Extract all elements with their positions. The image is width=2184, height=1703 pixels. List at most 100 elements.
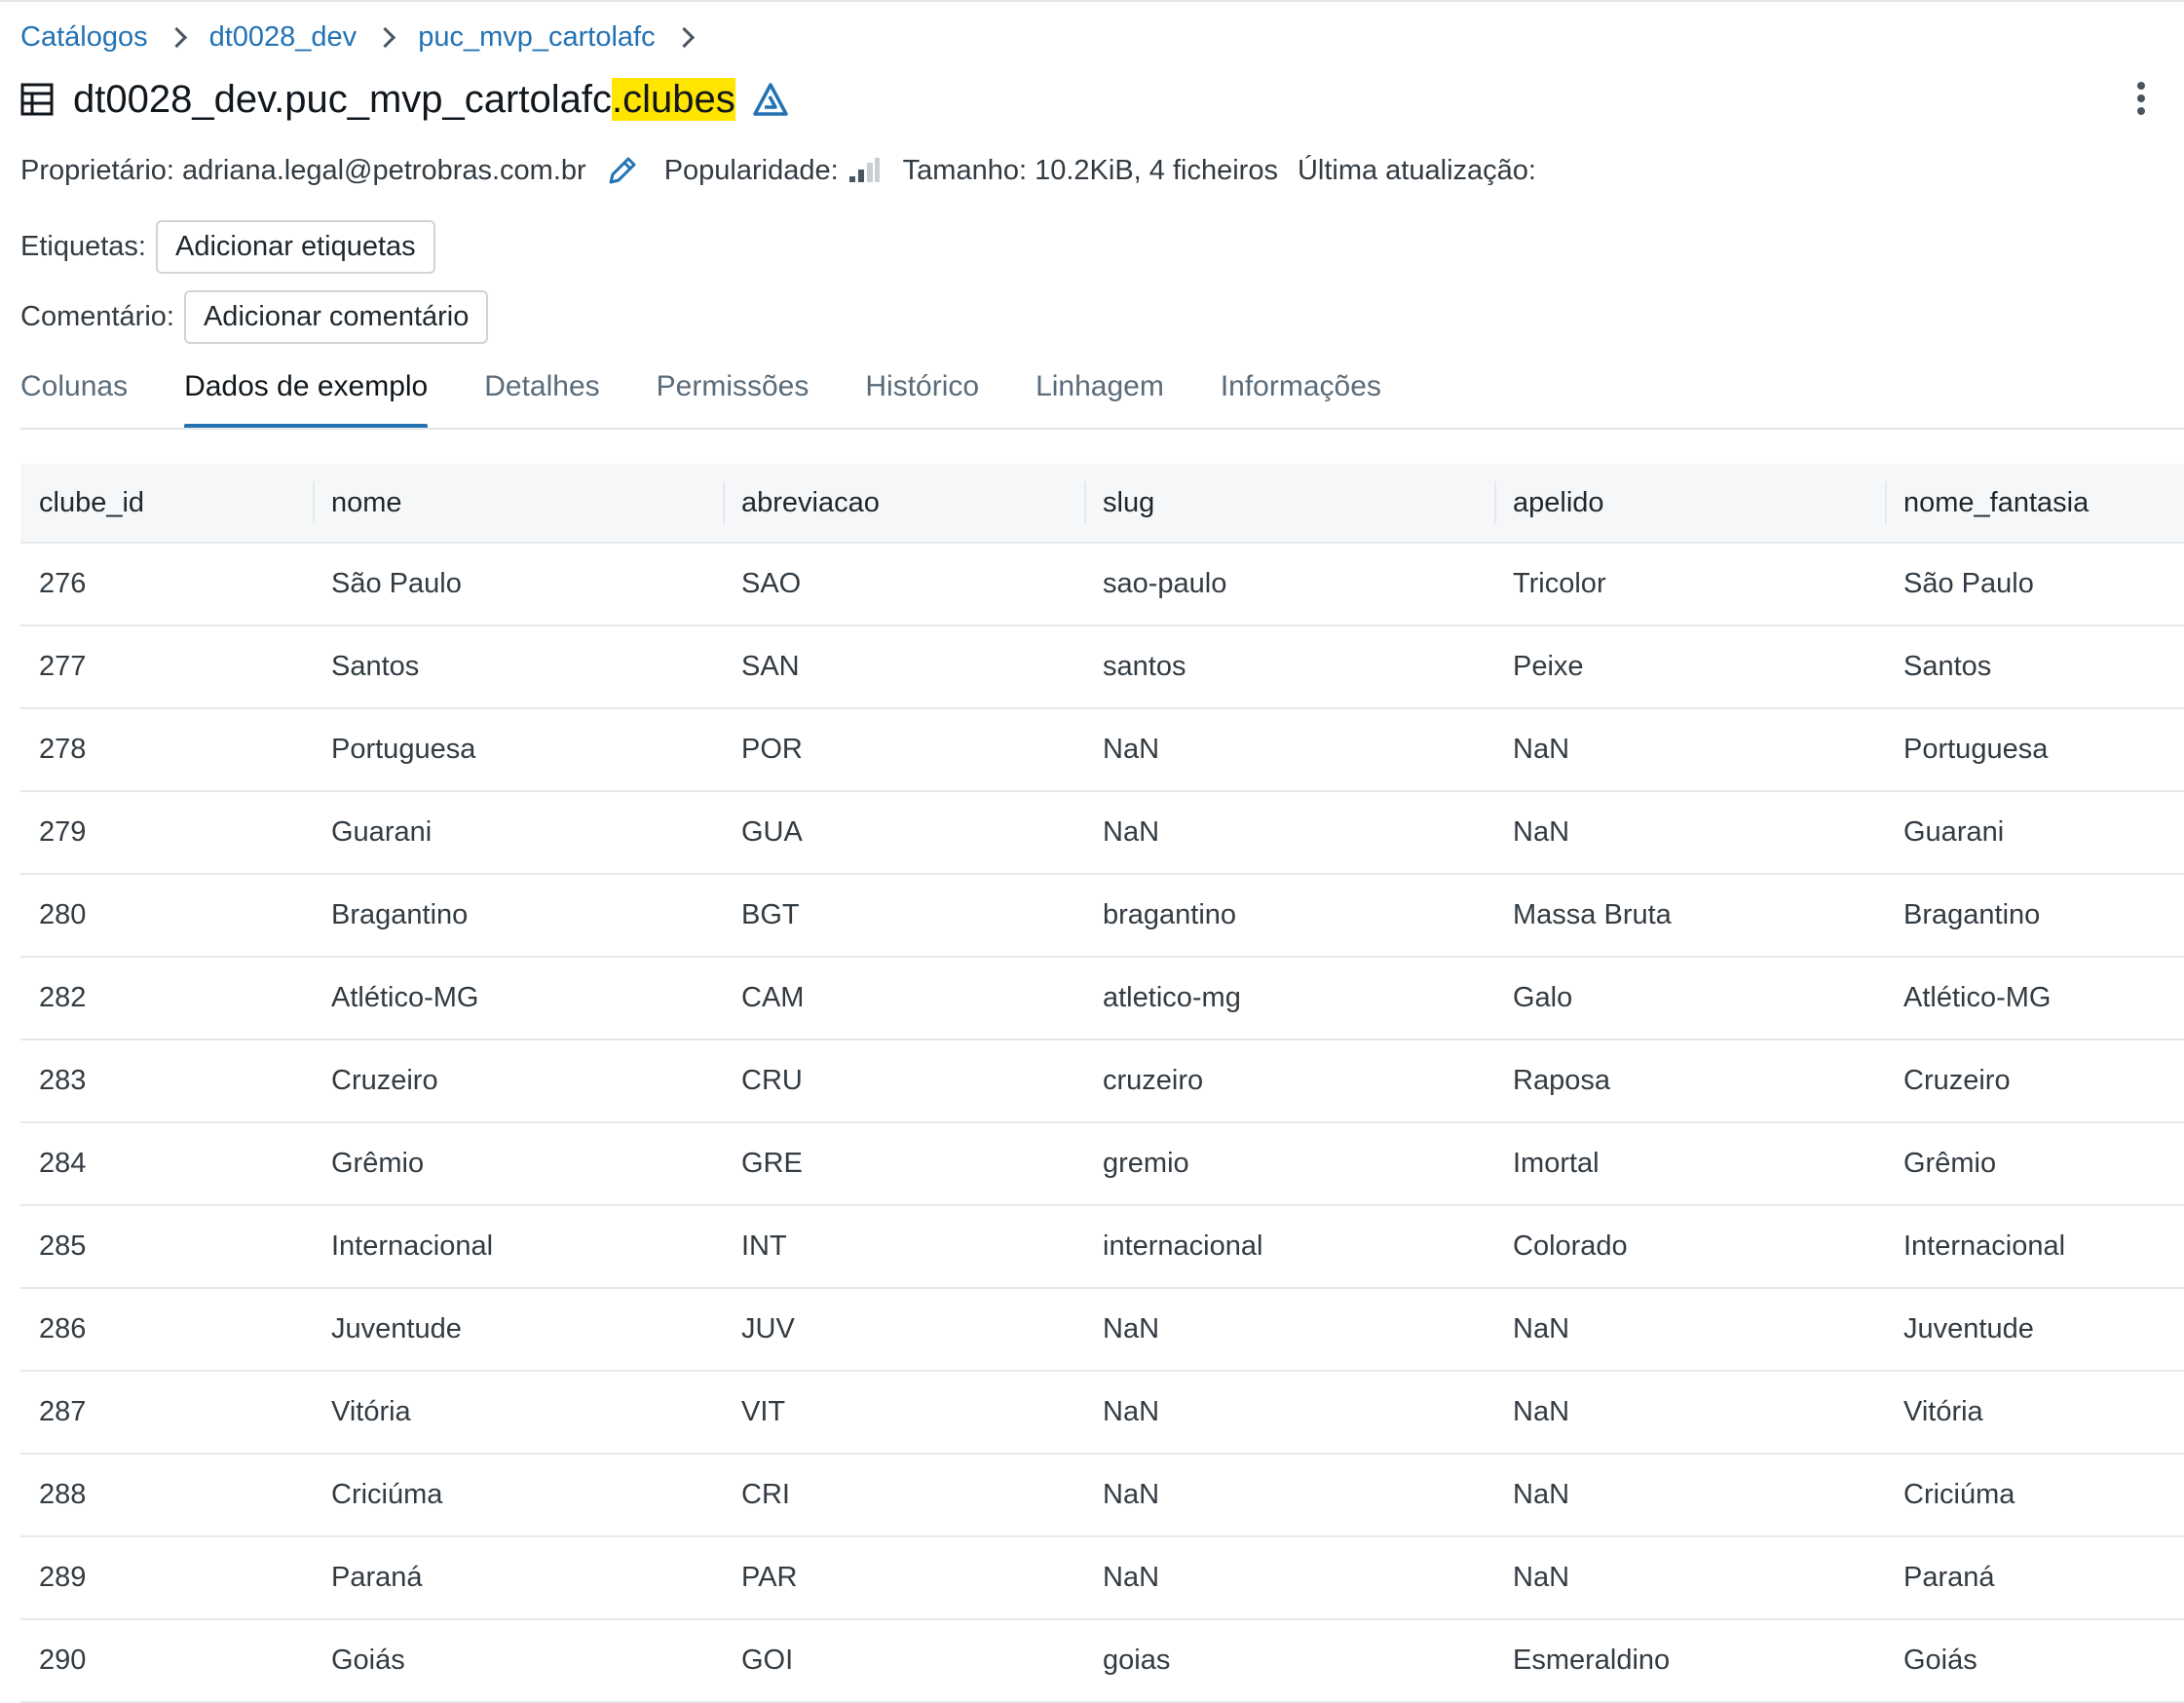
table-cell[interactable]: NaN (1084, 1371, 1494, 1455)
tab-history[interactable]: Histórico (865, 370, 979, 429)
table-cell[interactable]: NaN (1494, 708, 1885, 792)
table-cell[interactable]: Santos (1885, 625, 2184, 709)
table-cell[interactable]: Goiás (1885, 1619, 2184, 1703)
table-cell[interactable]: 277 (20, 625, 313, 709)
breadcrumb-catalog[interactable]: dt0028_dev (209, 21, 358, 54)
table-cell[interactable]: 288 (20, 1454, 313, 1537)
table-cell[interactable]: CRU (723, 1040, 1084, 1123)
table-cell[interactable]: 276 (20, 543, 313, 626)
table-cell[interactable]: NaN (1084, 1288, 1494, 1372)
table-cell[interactable]: 282 (20, 957, 313, 1041)
table-cell[interactable]: 290 (20, 1619, 313, 1703)
column-header[interactable]: nome_fantasia (1885, 464, 2184, 544)
table-cell[interactable]: SAN (723, 625, 1084, 709)
tab-permissions[interactable]: Permissões (657, 370, 810, 429)
table-cell[interactable]: Portuguesa (313, 708, 723, 792)
table-cell[interactable]: Colorado (1494, 1205, 1885, 1289)
table-cell[interactable]: JUV (723, 1288, 1084, 1372)
table-cell[interactable]: Guarani (1885, 791, 2184, 875)
table-cell[interactable]: Goiás (313, 1619, 723, 1703)
table-cell[interactable]: Juventude (1885, 1288, 2184, 1372)
table-cell[interactable]: Paraná (1885, 1536, 2184, 1620)
table-cell[interactable]: NaN (1084, 1536, 1494, 1620)
table-cell[interactable]: BGT (723, 874, 1084, 958)
table-cell[interactable]: 285 (20, 1205, 313, 1289)
table-cell[interactable]: CAM (723, 957, 1084, 1041)
table-cell[interactable]: atletico-mg (1084, 957, 1494, 1041)
tab-insights[interactable]: Informações (1221, 370, 1381, 429)
table-cell[interactable]: Vitória (313, 1371, 723, 1455)
table-cell[interactable]: NaN (1084, 708, 1494, 792)
table-cell[interactable]: Santos (313, 625, 723, 709)
table-cell[interactable]: NaN (1494, 791, 1885, 875)
table-cell[interactable]: Cruzeiro (313, 1040, 723, 1123)
table-cell[interactable]: 289 (20, 1536, 313, 1620)
table-cell[interactable]: Atlético-MG (313, 957, 723, 1041)
table-cell[interactable]: Cruzeiro (1885, 1040, 2184, 1123)
table-cell[interactable]: Criciúma (1885, 1454, 2184, 1537)
table-cell[interactable]: PAR (723, 1536, 1084, 1620)
table-cell[interactable]: 278 (20, 708, 313, 792)
table-cell[interactable]: NaN (1494, 1454, 1885, 1537)
table-cell[interactable]: Imortal (1494, 1122, 1885, 1206)
add-comment-button[interactable]: Adicionar comentário (183, 290, 489, 344)
table-cell[interactable]: NaN (1494, 1536, 1885, 1620)
table-cell[interactable]: cruzeiro (1084, 1040, 1494, 1123)
pencil-icon[interactable] (606, 154, 639, 187)
table-cell[interactable]: goias (1084, 1619, 1494, 1703)
table-cell[interactable]: gremio (1084, 1122, 1494, 1206)
table-cell[interactable]: 284 (20, 1122, 313, 1206)
table-cell[interactable]: sao-paulo (1084, 543, 1494, 626)
table-cell[interactable]: Bragantino (313, 874, 723, 958)
table-cell[interactable]: GUA (723, 791, 1084, 875)
breadcrumb-schema[interactable]: puc_mvp_cartolafc (418, 21, 655, 54)
table-cell[interactable]: Atlético-MG (1885, 957, 2184, 1041)
table-cell[interactable]: Guarani (313, 791, 723, 875)
table-cell[interactable]: Internacional (313, 1205, 723, 1289)
table-cell[interactable]: VIT (723, 1371, 1084, 1455)
tab-columns[interactable]: Colunas (20, 370, 128, 429)
table-cell[interactable]: Internacional (1885, 1205, 2184, 1289)
table-cell[interactable]: Juventude (313, 1288, 723, 1372)
table-cell[interactable]: POR (723, 708, 1084, 792)
table-cell[interactable]: NaN (1084, 1454, 1494, 1537)
column-header[interactable]: slug (1084, 464, 1494, 544)
column-header[interactable]: apelido (1494, 464, 1885, 544)
table-cell[interactable]: SAO (723, 543, 1084, 626)
breadcrumb-catalogs[interactable]: Catálogos (20, 21, 148, 54)
table-cell[interactable]: Portuguesa (1885, 708, 2184, 792)
table-cell[interactable]: Criciúma (313, 1454, 723, 1537)
table-cell[interactable]: São Paulo (313, 543, 723, 626)
table-cell[interactable]: 279 (20, 791, 313, 875)
table-cell[interactable]: Tricolor (1494, 543, 1885, 626)
kebab-menu-icon[interactable] (2129, 82, 2153, 121)
table-cell[interactable]: GOI (723, 1619, 1084, 1703)
table-cell[interactable]: São Paulo (1885, 543, 2184, 626)
table-cell[interactable]: Bragantino (1885, 874, 2184, 958)
table-cell[interactable]: Massa Bruta (1494, 874, 1885, 958)
table-cell[interactable]: NaN (1494, 1371, 1885, 1455)
table-cell[interactable]: 280 (20, 874, 313, 958)
table-cell[interactable]: Esmeraldino (1494, 1619, 1885, 1703)
table-cell[interactable]: santos (1084, 625, 1494, 709)
table-cell[interactable]: Grêmio (313, 1122, 723, 1206)
table-cell[interactable]: bragantino (1084, 874, 1494, 958)
table-cell[interactable]: 287 (20, 1371, 313, 1455)
tab-sample-data[interactable]: Dados de exemplo (184, 370, 429, 429)
table-cell[interactable]: Peixe (1494, 625, 1885, 709)
table-cell[interactable]: 286 (20, 1288, 313, 1372)
table-cell[interactable]: NaN (1084, 791, 1494, 875)
table-cell[interactable]: NaN (1494, 1288, 1885, 1372)
table-cell[interactable]: INT (723, 1205, 1084, 1289)
table-cell[interactable]: Vitória (1885, 1371, 2184, 1455)
table-cell[interactable]: internacional (1084, 1205, 1494, 1289)
table-cell[interactable]: Raposa (1494, 1040, 1885, 1123)
tab-details[interactable]: Detalhes (484, 370, 599, 429)
table-cell[interactable]: GRE (723, 1122, 1084, 1206)
table-cell[interactable]: 283 (20, 1040, 313, 1123)
tab-lineage[interactable]: Linhagem (1036, 370, 1164, 429)
column-header[interactable]: nome (313, 464, 723, 544)
add-tags-button[interactable]: Adicionar etiquetas (155, 220, 435, 274)
column-header[interactable]: clube_id (20, 464, 313, 544)
column-header[interactable]: abreviacao (723, 464, 1084, 544)
